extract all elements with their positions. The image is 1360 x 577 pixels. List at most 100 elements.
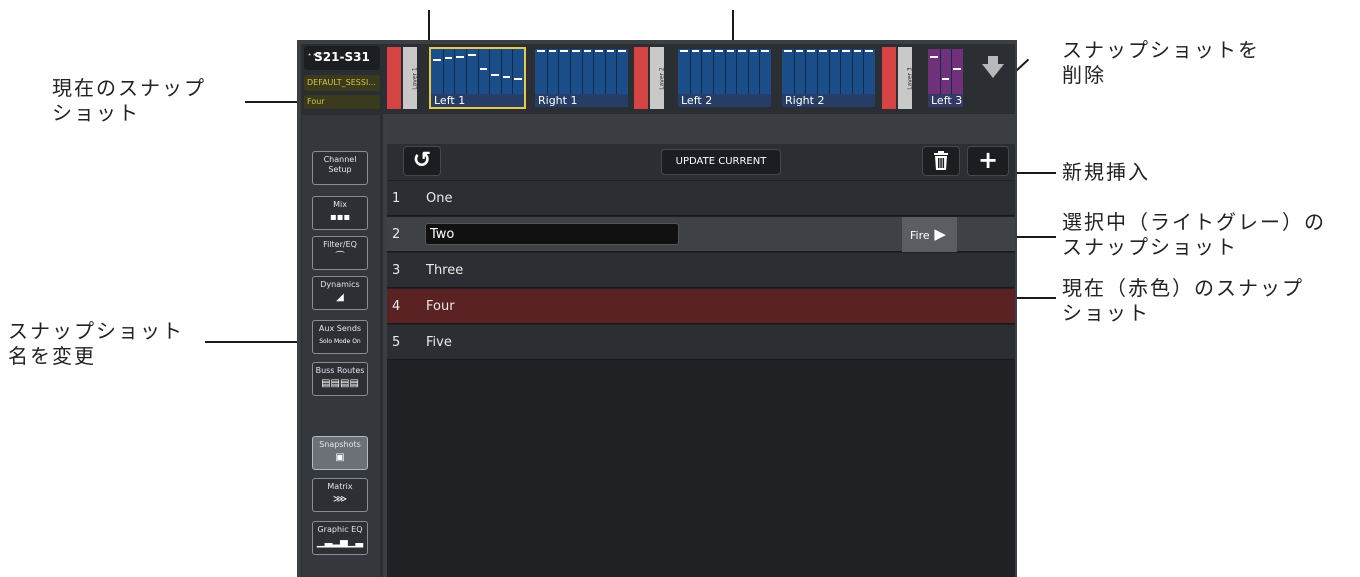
- snapshot-row[interactable]: 1 One: [387, 181, 1015, 216]
- nav-button-filter-eq[interactable]: Filter/EQ ⁀: [312, 236, 368, 270]
- snapshot-name: One: [426, 191, 453, 206]
- nav-button-aux-sends[interactable]: Aux Sends Solo Mode On: [312, 320, 368, 354]
- nav-button-icon: ▪▪▪: [329, 212, 351, 223]
- add-snapshot-button[interactable]: +: [967, 146, 1009, 176]
- fader-cap[interactable]: [795, 50, 804, 52]
- console-id: S21-S31: [314, 50, 370, 64]
- fader-bank-4[interactable]: Right 2: [782, 49, 875, 107]
- fader-cap[interactable]: [491, 74, 499, 76]
- fader-cap[interactable]: [479, 68, 488, 70]
- fader-divider: [793, 49, 795, 95]
- annotation-rename: スナップショット 名を変更: [8, 319, 184, 368]
- fader-divider: [442, 49, 444, 95]
- fader-cap[interactable]: [941, 78, 950, 80]
- fader-cap[interactable]: [502, 76, 511, 78]
- fader-cap[interactable]: [726, 50, 735, 52]
- fader-divider: [840, 49, 842, 95]
- fader-cap[interactable]: [761, 50, 769, 52]
- fader-cap[interactable]: [548, 50, 557, 52]
- annotation-delete-snapshot: スナップショットを 削除: [1062, 38, 1260, 87]
- snapshot-number: 5: [392, 335, 401, 350]
- fader-divider: [465, 49, 467, 95]
- fader-cap[interactable]: [571, 50, 580, 52]
- fader-cap[interactable]: [818, 50, 827, 52]
- snapshot-row[interactable]: 5 Five: [387, 325, 1015, 360]
- fader-cap[interactable]: [930, 56, 938, 58]
- fader-bank-3[interactable]: Left 2: [678, 49, 771, 107]
- fader-bank-label: Right 2: [782, 94, 875, 107]
- fader-cap[interactable]: [618, 50, 626, 52]
- fader-divider: [581, 49, 583, 95]
- fader-cap[interactable]: [456, 55, 464, 58]
- fader-divider: [851, 49, 853, 95]
- fader-cap[interactable]: [583, 50, 592, 52]
- fader-cap[interactable]: [865, 50, 873, 52]
- nav-button-icon: ⋙: [332, 494, 348, 505]
- fader-cap[interactable]: [714, 50, 723, 52]
- add-icon: +: [977, 146, 999, 174]
- fader-cap[interactable]: [433, 58, 441, 61]
- fader-bank-2[interactable]: Right 1: [535, 49, 628, 107]
- fader-cap[interactable]: [606, 50, 615, 52]
- fader-bank-5[interactable]: Left 3: [928, 49, 963, 107]
- fader-cap[interactable]: [467, 54, 476, 56]
- fader-divider: [724, 49, 726, 95]
- fader-divider: [604, 49, 606, 95]
- fader-cap[interactable]: [444, 57, 453, 60]
- trash-icon: [934, 151, 948, 170]
- fader-divider: [593, 49, 595, 95]
- nav-button-snapshots[interactable]: Snapshots ▣: [312, 436, 368, 470]
- layer-2-label[interactable]: Layer 2: [650, 47, 666, 109]
- fader-divider: [939, 49, 941, 95]
- nav-button-matrix[interactable]: Matrix ⋙: [312, 478, 368, 512]
- delete-snapshot-button[interactable]: [922, 146, 960, 176]
- nav-button-mix[interactable]: Mix ▪▪▪: [312, 196, 368, 230]
- fader-cap[interactable]: [560, 50, 568, 52]
- nav-button-label: Buss Routes: [315, 366, 365, 375]
- fader-cap[interactable]: [703, 50, 711, 52]
- fader-bank-1[interactable]: Left 1: [429, 47, 526, 109]
- fire-button-label: Fire: [910, 229, 930, 242]
- fader-cap[interactable]: [595, 50, 603, 52]
- snapshot-name: Three: [426, 263, 464, 278]
- fader-cap[interactable]: [680, 50, 688, 52]
- fader-cap[interactable]: [842, 50, 850, 52]
- update-current-button[interactable]: UPDATE CURRENT: [661, 149, 781, 175]
- scroll-down-icon[interactable]: [982, 64, 1004, 78]
- play-icon: ▶: [929, 225, 946, 243]
- nav-button-graphic-eq[interactable]: Graphic EQ ▁▃▂▅▁▃: [312, 521, 368, 555]
- undo-icon: ↺: [412, 148, 432, 173]
- nav-button-label: Graphic EQ: [317, 525, 363, 534]
- snapshot-name-input[interactable]: Two: [425, 223, 679, 245]
- leader-current-snapshot: [245, 101, 298, 103]
- snapshot-row[interactable]: 4 Four: [387, 289, 1015, 324]
- layer-1-label[interactable]: Layer 1: [403, 47, 419, 109]
- undo-button[interactable]: ↺: [403, 146, 441, 176]
- fader-cap[interactable]: [749, 50, 758, 52]
- fader-cap[interactable]: [853, 50, 862, 52]
- fader-cap[interactable]: [953, 68, 961, 70]
- snapshot-number: 3: [392, 263, 401, 278]
- fader-divider: [816, 49, 818, 95]
- fader-divider: [689, 49, 691, 95]
- fader-cap[interactable]: [514, 78, 522, 80]
- snapshot-row[interactable]: 2 Two Fire ▶: [387, 217, 1015, 252]
- fire-button[interactable]: Fire ▶: [902, 217, 957, 252]
- fader-divider: [951, 49, 953, 95]
- fader-divider: [712, 49, 714, 95]
- nav-button-channel-setup[interactable]: Channel Setup: [312, 151, 368, 185]
- annotation-new-insert: 新規挿入: [1062, 160, 1150, 184]
- layer-3-label[interactable]: Layer 3: [898, 47, 914, 109]
- fader-cap[interactable]: [807, 50, 815, 52]
- fader-cap[interactable]: [537, 50, 545, 52]
- session-name[interactable]: DEFAULT_SESSI...: [304, 75, 380, 91]
- nav-button-buss-routes[interactable]: Buss Routes ▤▤▤▤: [312, 362, 368, 396]
- nav-button-dynamics[interactable]: Dynamics ◢: [312, 276, 368, 310]
- fader-cap[interactable]: [691, 50, 700, 52]
- fader-cap[interactable]: [830, 50, 839, 52]
- nav-button-icon: ◢: [336, 292, 344, 303]
- fader-cap[interactable]: [784, 50, 792, 52]
- fader-cap[interactable]: [738, 50, 746, 52]
- snapshot-row[interactable]: 3 Three: [387, 253, 1015, 288]
- nav-button-label: Aux Sends: [318, 324, 362, 333]
